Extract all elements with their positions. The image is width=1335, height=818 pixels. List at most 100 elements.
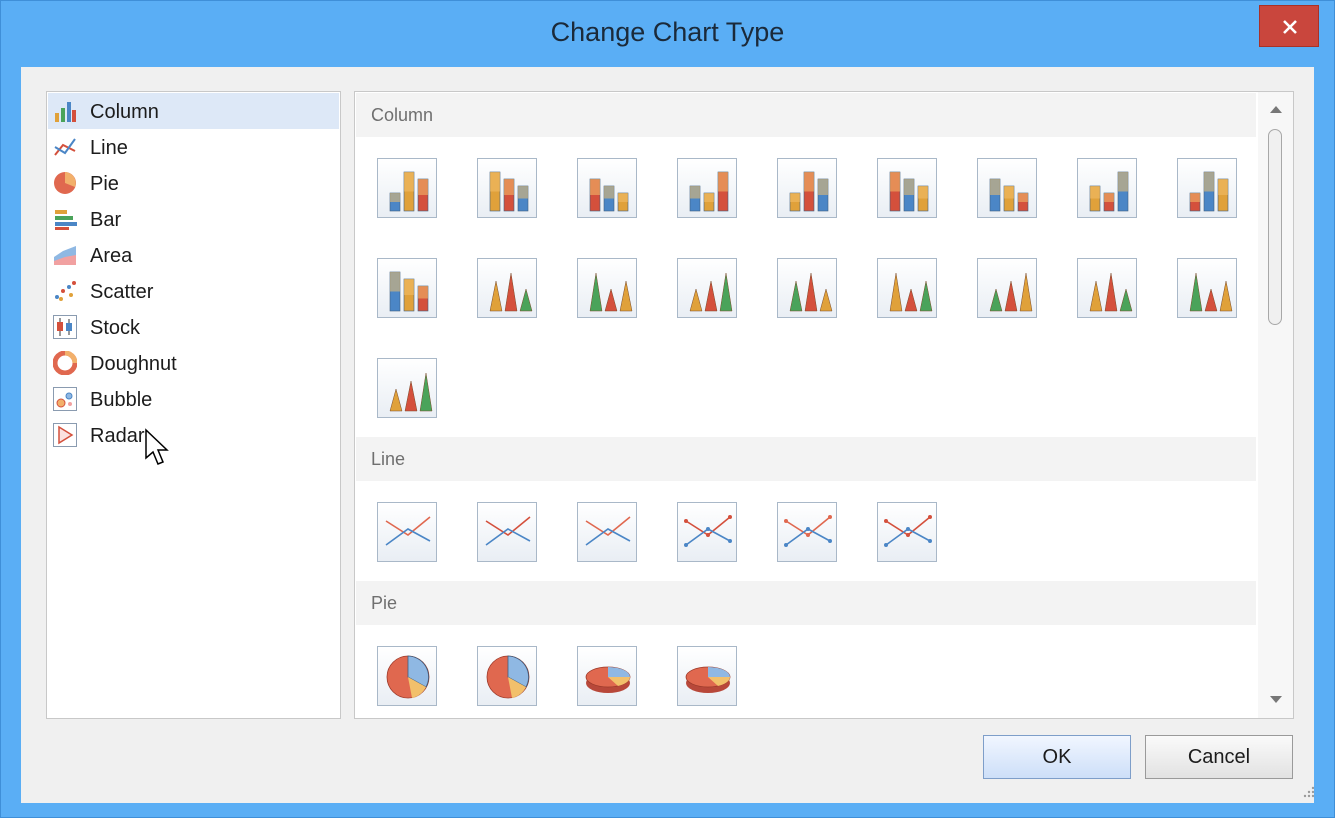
chart-type-item-line[interactable]: Line (48, 129, 339, 165)
chart-type-label: Pie (90, 173, 119, 195)
pie-thumbnail-2[interactable] (477, 646, 537, 706)
column-thumbnail-13[interactable] (677, 258, 737, 318)
scrollbar-thumb[interactable] (1268, 129, 1282, 325)
column-thumbnail-16[interactable] (977, 258, 1037, 318)
scroll-up-arrow[interactable] (1270, 106, 1282, 113)
change-chart-type-dialog: Change Chart Type Column Line Pie Bar Ar… (0, 0, 1335, 818)
gallery-group-header-line: Line (356, 437, 1256, 481)
column-chart-icon (389, 271, 429, 312)
chart-type-label: Bar (90, 209, 122, 231)
cancel-button[interactable]: Cancel (1145, 735, 1293, 779)
chart-type-item-column[interactable]: Column (48, 93, 339, 129)
chart-subtype-gallery[interactable]: Column Line Pie (354, 91, 1294, 719)
chart-type-label: Column (90, 101, 159, 123)
line-chart-icon (884, 515, 932, 547)
chart-type-label: Line (90, 137, 128, 159)
column-thumbnail-17[interactable] (1077, 258, 1137, 318)
column-chart-icon (989, 178, 1029, 212)
pie-chart-icon (585, 666, 631, 693)
line-thumbnail-1[interactable] (377, 502, 437, 562)
column-thumbnail-11[interactable] (477, 258, 537, 318)
column-chart-icon (1189, 272, 1233, 312)
column-chart-icon (55, 102, 76, 122)
stock-chart-icon (53, 315, 77, 339)
dialog-title: Change Chart Type (550, 17, 785, 47)
column-chart-icon (1089, 171, 1129, 212)
column-chart-icon (589, 178, 629, 212)
pie-thumbnail-3[interactable] (577, 646, 637, 706)
ok-button[interactable]: OK (983, 735, 1131, 779)
gallery-group-header-pie: Pie (356, 581, 1256, 625)
scatter-chart-icon (55, 281, 76, 301)
column-thumbnail-6[interactable] (877, 158, 937, 218)
column-thumbnail-7[interactable] (977, 158, 1037, 218)
line-thumbnail-3[interactable] (577, 502, 637, 562)
line-chart-icon (684, 515, 732, 547)
line-thumbnail-4[interactable] (677, 502, 737, 562)
pie-chart-icon (54, 172, 76, 194)
pie-thumbnail-4[interactable] (677, 646, 737, 706)
column-thumbnail-12[interactable] (577, 258, 637, 318)
column-thumbnail-19[interactable] (377, 358, 437, 418)
line-thumbnail-2[interactable] (477, 502, 537, 562)
chart-type-item-pie[interactable]: Pie (48, 165, 339, 201)
doughnut-chart-icon (53, 351, 77, 375)
column-chart-icon (389, 171, 429, 212)
chart-type-label: Scatter (90, 281, 154, 303)
column-thumbnail-10[interactable] (377, 258, 437, 318)
line-chart-icon (784, 515, 832, 547)
column-chart-icon (789, 272, 833, 312)
chart-type-item-bubble[interactable]: Bubble (48, 381, 339, 417)
group-title: Line (371, 449, 406, 469)
column-chart-icon (1189, 171, 1229, 212)
column-thumbnail-14[interactable] (777, 258, 837, 318)
column-thumbnail-9[interactable] (1177, 158, 1237, 218)
line-chart-icon (585, 516, 631, 546)
group-title: Pie (371, 593, 398, 613)
column-thumbnail-3[interactable] (577, 158, 637, 218)
column-chart-icon (989, 272, 1033, 312)
chart-type-label: Radar (90, 425, 145, 447)
column-thumbnail-2[interactable] (477, 158, 537, 218)
resize-grip-icon[interactable] (1300, 785, 1316, 801)
chart-type-item-radar[interactable]: Radar (48, 417, 339, 453)
column-thumbnail-1[interactable] (377, 158, 437, 218)
scroll-down-arrow[interactable] (1270, 696, 1282, 703)
column-chart-icon (389, 372, 433, 412)
chart-type-item-stock[interactable]: Stock (48, 309, 339, 345)
pie-thumbnail-1[interactable] (377, 646, 437, 706)
gallery-group-header-column: Column (356, 93, 1256, 137)
column-chart-icon (889, 272, 933, 312)
chart-type-list[interactable]: Column Line Pie Bar Area Scatter Stock D… (46, 91, 341, 719)
title-bar[interactable]: Change Chart Type (1, 1, 1334, 67)
vertical-scrollbar[interactable] (1258, 92, 1293, 718)
pie-chart-icon (386, 655, 430, 699)
column-thumbnail-5[interactable] (777, 158, 837, 218)
column-chart-icon (489, 272, 533, 312)
column-thumbnail-18[interactable] (1177, 258, 1237, 318)
column-thumbnail-4[interactable] (677, 158, 737, 218)
column-thumbnail-15[interactable] (877, 258, 937, 318)
column-thumbnail-8[interactable] (1077, 158, 1137, 218)
chart-type-item-bar[interactable]: Bar (48, 201, 339, 237)
area-chart-icon (54, 246, 76, 265)
close-icon (1283, 20, 1297, 34)
mouse-pointer-icon (145, 428, 169, 465)
chart-type-label: Doughnut (90, 353, 177, 375)
line-chart-icon (54, 138, 76, 156)
radar-chart-icon (53, 423, 77, 447)
bubble-chart-icon (53, 387, 77, 411)
line-thumbnail-5[interactable] (777, 502, 837, 562)
chart-type-item-area[interactable]: Area (48, 237, 339, 273)
pie-chart-icon (685, 666, 731, 693)
chart-type-item-scatter[interactable]: Scatter (48, 273, 339, 309)
close-button[interactable] (1259, 5, 1319, 47)
column-chart-icon (889, 171, 929, 212)
column-chart-icon (489, 171, 529, 212)
line-chart-icon (385, 516, 431, 546)
line-thumbnail-6[interactable] (877, 502, 937, 562)
pie-chart-icon (486, 655, 530, 699)
chart-type-label: Area (90, 245, 133, 267)
chart-type-item-doughnut[interactable]: Doughnut (48, 345, 339, 381)
line-chart-icon (485, 516, 531, 546)
